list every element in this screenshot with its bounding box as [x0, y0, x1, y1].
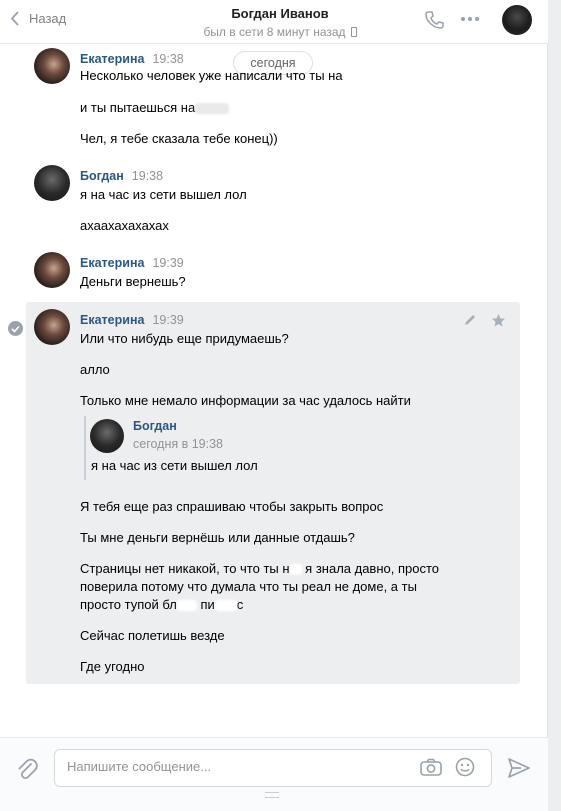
author-line: Екатерина 19:39	[80, 313, 184, 327]
message-line: Я тебя еще раз спрашиваю чтобы закрыть в…	[80, 499, 384, 514]
message-line: Страницы нет никакой, то что ты н я знал…	[80, 561, 440, 576]
message-line: Сейчас полетишь везде	[80, 628, 225, 643]
message-line: Где угодно	[80, 659, 145, 674]
forwarded-text: я на час из сети вышел лол	[91, 458, 258, 473]
forwarded-bar	[84, 416, 86, 480]
message-line: и ты пытаешься на	[80, 100, 230, 115]
send-icon	[508, 758, 530, 778]
more-button[interactable]	[461, 17, 479, 21]
dot-icon	[475, 17, 479, 21]
phone-icon	[425, 11, 444, 29]
author-line: Богдан 19:38	[80, 169, 163, 183]
emoji-button[interactable]	[455, 757, 475, 780]
message-time: 19:38	[152, 52, 184, 66]
message-line: алло	[80, 362, 110, 377]
star-icon	[492, 314, 505, 327]
author-line: Екатерина 19:39	[80, 256, 184, 270]
author-name[interactable]: Богдан	[80, 169, 124, 183]
message-line: я на час из сети вышел лол	[80, 187, 247, 202]
status-text: был в сети 8 минут назад	[203, 25, 346, 39]
pencil-icon	[465, 315, 475, 325]
message-input[interactable]	[67, 759, 407, 774]
forwarded-author[interactable]: Богдан	[133, 419, 177, 433]
message-line: Или что нибудь еще придумаешь?	[80, 331, 289, 346]
message-time: 19:39	[152, 256, 184, 270]
check-icon	[11, 325, 20, 333]
smile-icon	[455, 757, 475, 777]
selected-check[interactable]	[8, 321, 23, 336]
page-scroll-area[interactable]	[548, 0, 561, 811]
author-name[interactable]: Екатерина	[80, 313, 144, 327]
forwarded-avatar[interactable]	[90, 419, 124, 453]
author-name[interactable]: Екатерина	[80, 52, 144, 66]
resize-grip[interactable]	[265, 792, 279, 798]
selected-message-highlight[interactable]	[26, 302, 520, 684]
message-line: Ты мне деньги вернёшь или данные отдашь?	[80, 530, 355, 545]
chevron-left-icon	[10, 11, 19, 26]
camera-button[interactable]	[420, 758, 442, 779]
avatar[interactable]	[34, 165, 70, 201]
forwarded-date[interactable]: сегодня в 19:38	[133, 437, 223, 451]
message-line: просто тупой бл пи с	[80, 597, 244, 612]
call-button[interactable]	[424, 10, 444, 33]
author-line: Екатерина 19:38	[80, 52, 184, 66]
message-line: ахаахахахахах	[80, 218, 169, 233]
contact-avatar[interactable]	[502, 5, 532, 35]
camera-icon	[420, 758, 442, 776]
attach-button[interactable]	[16, 758, 38, 785]
avatar[interactable]	[34, 48, 70, 84]
contact-name: Богдан Иванов	[231, 6, 329, 21]
contact-status: был в сети 8 минут назад	[180, 25, 380, 39]
edit-message-button[interactable]	[463, 313, 477, 330]
chat-panel: Назад Богдан Иванов был в сети 8 минут н…	[0, 0, 548, 811]
avatar[interactable]	[34, 252, 70, 288]
message-composer	[0, 737, 548, 811]
chat-header: Назад Богдан Иванов был в сети 8 минут н…	[0, 0, 548, 44]
message-line: Несколько человек уже написали что ты на	[80, 68, 363, 83]
back-label: Назад	[29, 11, 67, 26]
back-button[interactable]: Назад	[10, 11, 66, 26]
contact-info[interactable]: Богдан Иванов был в сети 8 минут назад	[180, 6, 380, 39]
dot-icon	[461, 17, 465, 21]
dot-icon	[468, 17, 472, 21]
message-time: 19:39	[152, 313, 184, 327]
paperclip-icon	[18, 758, 38, 780]
send-button[interactable]	[508, 758, 530, 781]
favorite-button[interactable]	[491, 313, 506, 331]
message-time: 19:38	[131, 169, 164, 183]
mobile-icon	[350, 27, 357, 37]
message-line: Деньги вернешь?	[80, 274, 186, 289]
author-name[interactable]: Екатерина	[80, 256, 144, 270]
message-line: Чел, я тебе сказала тебе конец))	[80, 131, 278, 146]
avatar[interactable]	[34, 309, 70, 345]
message-line: поверила потому что думала что ты реал н…	[80, 579, 417, 594]
message-line: Только мне немало информации за час удал…	[80, 393, 411, 408]
